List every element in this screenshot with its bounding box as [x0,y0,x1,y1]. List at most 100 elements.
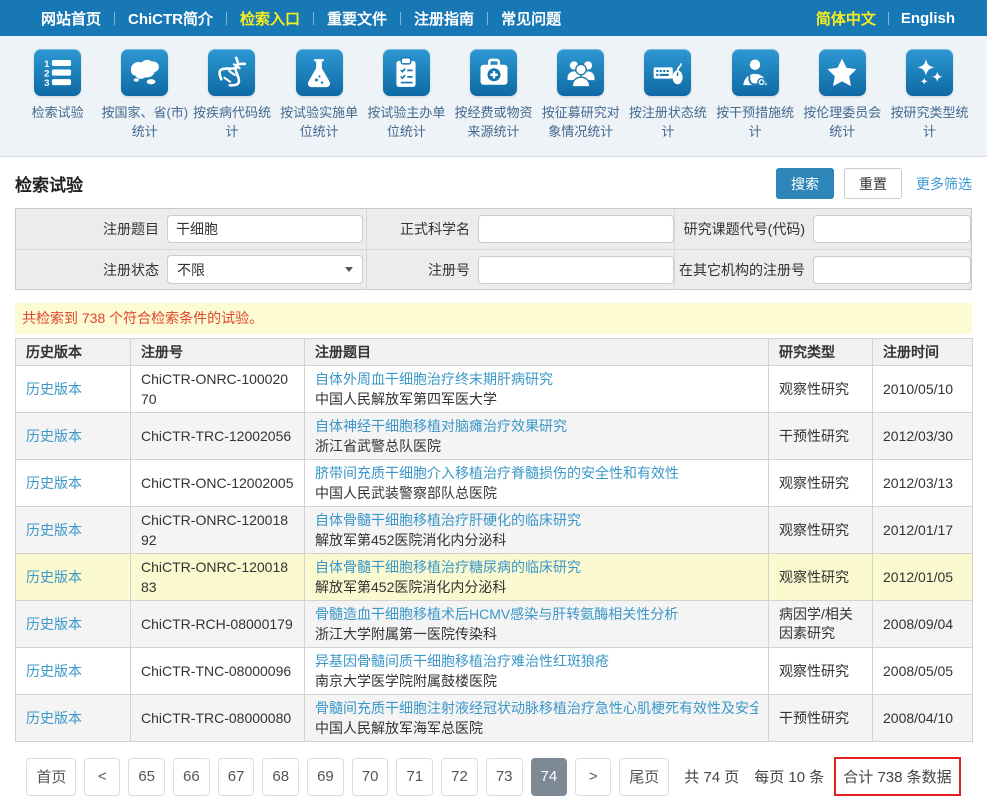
lang-english[interactable]: English [889,10,967,27]
search-button[interactable]: 搜索 [776,168,834,199]
trial-organization: 中国人民解放军海军总医院 [315,718,758,738]
registration-date: 2012/01/05 [873,554,973,601]
table-row: 历史版本 ChiCTR-ONC-12002005 脐带间充质干细胞介入移植治疗脊… [16,460,973,507]
trial-title-link[interactable]: 自体骨髓干细胞移植治疗肝硬化的临床研究 [315,510,758,530]
table-row: 历史版本 ChiCTR-TRC-08000080 骨髓间充质干细胞注射液经冠状动… [16,695,973,742]
toolbar-item-label: 按征募研究对象情况统计 [537,103,624,141]
dna-icon [208,49,255,96]
registration-number-input[interactable] [478,256,674,284]
statistics-toolbar: 1 2 3 检索试验 按国家、省(市)统计 [0,36,987,157]
table-row: 历史版本 ChiCTR-TRC-12002056 自体神经干细胞移植对脑瘫治疗效… [16,413,973,460]
pagination-page-button[interactable]: 73 [486,758,523,796]
history-version-link[interactable]: 历史版本 [26,710,82,726]
toolbar-item-label: 按试验实施单位统计 [276,103,363,141]
trial-title-link[interactable]: 骨髓造血干细胞移植术后HCMV感染与肝转氨酶相关性分析 [315,604,758,624]
results-count-message: 共检索到 738 个符合检索条件的试验。 [15,303,972,334]
toolbar-item-by-implementing-unit[interactable]: 按试验实施单位统计 [276,49,363,156]
registration-number-label: 注册号 [367,260,470,280]
history-version-link[interactable]: 历史版本 [26,616,82,632]
table-row-highlighted: 历史版本 ChiCTR-ONRC-12001883 自体骨髓干细胞移植治疗糖尿病… [16,554,973,601]
history-version-link[interactable]: 历史版本 [26,475,82,491]
registration-number: ChiCTR-TNC-08000096 [131,648,305,695]
registration-title-input[interactable] [167,215,363,243]
reset-button[interactable]: 重置 [844,168,902,199]
svg-text:3: 3 [44,78,49,89]
toolbar-item-label: 按注册状态统计 [624,103,711,141]
trial-title-link[interactable]: 骨髓间充质干细胞注射液经冠状动脉移植治疗急性心肌梗死有效性及安全性的随机... [315,698,758,718]
pagination-page-button[interactable]: 68 [262,758,299,796]
nav-item-faq[interactable]: 常见问题 [488,8,574,29]
registration-number: ChiCTR-ONRC-12001892 [131,507,305,554]
registration-title-label: 注册题目 [16,219,159,239]
pagination-page-button[interactable]: 69 [307,758,344,796]
toolbar-item-label: 按经费或物资来源统计 [450,103,537,141]
pagination-next-button[interactable]: > [575,758,611,796]
world-map-icon [121,49,168,96]
search-form: 注册题目 正式科学名 研究课题代号(代码) 注册状态 不限 注册号 [15,208,972,290]
pagination-first-button[interactable]: 首页 [26,758,76,796]
per-page-text: 每页 10 条 [754,766,824,787]
other-org-number-input[interactable] [813,256,971,284]
pagination-page-button[interactable]: 65 [128,758,165,796]
trial-title-link[interactable]: 异基因骨髓间质干细胞移植治疗难治性红斑狼疮 [315,651,758,671]
trial-title-link[interactable]: 脐带间充质干细胞介入移植治疗脊髓损伤的安全性和有效性 [315,463,758,483]
form-group: 注册题目 [16,209,366,249]
col-header-type: 研究类型 [769,339,873,366]
page-title: 检索试验 [15,171,776,196]
registration-date: 2012/03/30 [873,413,973,460]
history-version-link[interactable]: 历史版本 [26,381,82,397]
scientific-name-label: 正式科学名 [367,219,470,239]
trial-title-link[interactable]: 自体外周血干细胞治疗终末期肝病研究 [315,369,758,389]
toolbar-item-by-disease-code[interactable]: 按疾病代码统计 [188,49,275,156]
pagination-last-button[interactable]: 尾页 [619,758,669,796]
toolbar-item-search-trials[interactable]: 1 2 3 检索试验 [14,49,101,156]
nav-item-documents[interactable]: 重要文件 [314,8,400,29]
more-filters-link[interactable]: 更多筛选 [916,174,972,194]
table-row: 历史版本 ChiCTR-TNC-08000096 异基因骨髓间质干细胞移植治疗难… [16,648,973,695]
scientific-name-input[interactable] [478,215,674,243]
history-version-link[interactable]: 历史版本 [26,522,82,538]
form-group: 正式科学名 [366,209,674,249]
registration-number: ChiCTR-ONRC-12001883 [131,554,305,601]
language-switcher: 简体中文 English [804,8,967,29]
trial-title-link[interactable]: 自体骨髓干细胞移植治疗糖尿病的临床研究 [315,557,758,577]
nav-item-search-entry[interactable]: 检索入口 [227,8,313,29]
pagination-page-button[interactable]: 67 [218,758,255,796]
clipboard-icon [383,49,430,96]
toolbar-item-by-recruitment-status[interactable]: 按征募研究对象情况统计 [537,49,624,156]
registration-status-select[interactable]: 不限 [167,255,363,284]
total-records-annotated: 合计 738 条数据 [834,757,960,796]
toolbar-item-by-sponsor-unit[interactable]: 按试验主办单位统计 [363,49,450,156]
nav-item-guide[interactable]: 注册指南 [401,8,487,29]
nav-item-about[interactable]: ChiCTR简介 [115,8,226,29]
study-type: 观察性研究 [769,507,873,554]
pagination-page-button[interactable]: 72 [441,758,478,796]
pagination-current-page-button[interactable]: 74 [531,758,568,796]
study-type: 观察性研究 [769,460,873,507]
history-version-link[interactable]: 历史版本 [26,569,82,585]
history-version-link[interactable]: 历史版本 [26,428,82,444]
toolbar-item-by-country[interactable]: 按国家、省(市)统计 [101,49,188,156]
study-type: 观察性研究 [769,366,873,413]
history-version-link[interactable]: 历史版本 [26,663,82,679]
toolbar-item-by-ethics-committee[interactable]: 按伦理委员会统计 [799,49,886,156]
toolbar-item-by-study-type[interactable]: 按研究类型统计 [886,49,973,156]
pagination-prev-button[interactable]: < [84,758,120,796]
toolbar-item-by-registration-status[interactable]: 按注册状态统计 [624,49,711,156]
study-code-input[interactable] [813,215,971,243]
lang-simplified-chinese[interactable]: 简体中文 [804,8,888,29]
total-pages-text: 共 74 页 [684,766,739,787]
pagination-page-button[interactable]: 66 [173,758,210,796]
nav-item-home[interactable]: 网站首页 [28,8,114,29]
trial-organization: 解放军第452医院消化内分泌科 [315,577,758,597]
registration-number: ChiCTR-TRC-12002056 [131,413,305,460]
pagination-page-button[interactable]: 71 [396,758,433,796]
trial-title-link[interactable]: 自体神经干细胞移植对脑瘫治疗效果研究 [315,416,758,436]
toolbar-item-by-intervention[interactable]: 按干预措施统计 [712,49,799,156]
study-type: 观察性研究 [769,554,873,601]
registration-date: 2012/03/13 [873,460,973,507]
toolbar-item-by-funding-source[interactable]: 按经费或物资来源统计 [450,49,537,156]
pagination-page-button[interactable]: 70 [352,758,389,796]
registration-number: ChiCTR-RCH-08000179 [131,601,305,648]
registration-number: ChiCTR-ONRC-10002070 [131,366,305,413]
